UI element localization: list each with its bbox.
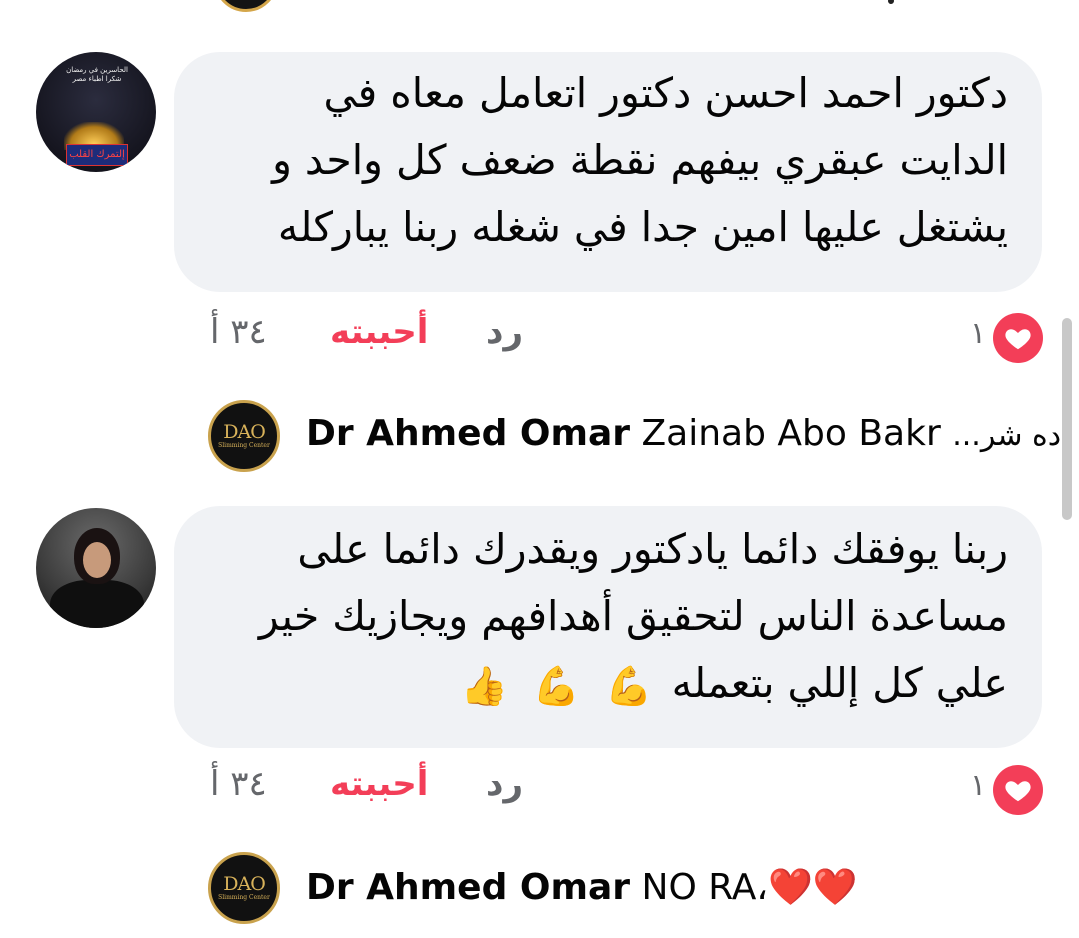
heart-icon[interactable] [993,313,1043,363]
scrollbar[interactable] [1062,318,1072,520]
like-button[interactable]: أحببته [330,764,428,804]
reply-preview[interactable]: Dr Ahmed Omar Zainab Abo Bakr ...ده شر [306,413,1061,454]
comment-bubble[interactable]: دكتور احمد احسن دكتور اتعامل معاه في الد… [174,52,1042,292]
comment-timestamp[interactable]: ٣٤ أ [210,312,267,352]
reply-author[interactable]: Dr Ahmed Omar [306,413,630,454]
reaction-count: ١ [970,316,987,351]
reply-button[interactable]: رد [486,312,523,352]
comment-text: ربنا يوفقك دائما يادكتور ويقدرك دائما عل… [259,516,1008,720]
comment-bubble[interactable]: ربنا يوفقك دائما يادكتور ويقدرك دائما عل… [174,506,1042,748]
thumbs-up-emoji: 👍 [460,663,508,708]
comment-timestamp[interactable]: ٣٤ أ [210,764,267,804]
comment-text: دكتور احمد احسن دكتور اتعامل معاه في الد… [272,69,1008,251]
avatar-banner: إلتمرك القلب [66,144,128,166]
commenter-avatar[interactable]: الحاسرين في رمضان شكرا اطباء مصر إلتمرك … [36,52,156,172]
previous-reply-avatar[interactable] [214,0,278,12]
flexed-biceps-emoji: 💪 [605,663,653,708]
like-button[interactable]: أحببته [330,312,428,352]
avatar-caption: الحاسرين في رمضان شكرا اطباء مصر [66,66,128,83]
avatar-photo-body [50,580,144,628]
reply-snippet: ...ده شر [952,418,1062,453]
reaction-count: ١ [970,768,987,803]
reply-button[interactable]: رد [486,764,523,804]
reply-preview[interactable]: Dr Ahmed Omar NO RA،❤️❤️ [306,866,858,908]
reply-mention: Zainab Abo Bakr [641,413,941,454]
reply-separator: ، [756,867,769,908]
heart-icon[interactable] [993,765,1043,815]
dao-logo[interactable]: DAO Slimming Center [208,400,280,472]
flexed-biceps-emoji: 💪 [532,663,581,708]
avatar-photo-face [83,542,111,578]
reply-author[interactable]: Dr Ahmed Omar [306,867,630,908]
reply-mention: NO RA [641,867,757,908]
dao-logo[interactable]: DAO Slimming Center [208,852,280,924]
hearts-emoji: ❤️❤️ [768,867,858,908]
separator-dot [888,0,894,4]
commenter-avatar[interactable] [36,508,156,628]
